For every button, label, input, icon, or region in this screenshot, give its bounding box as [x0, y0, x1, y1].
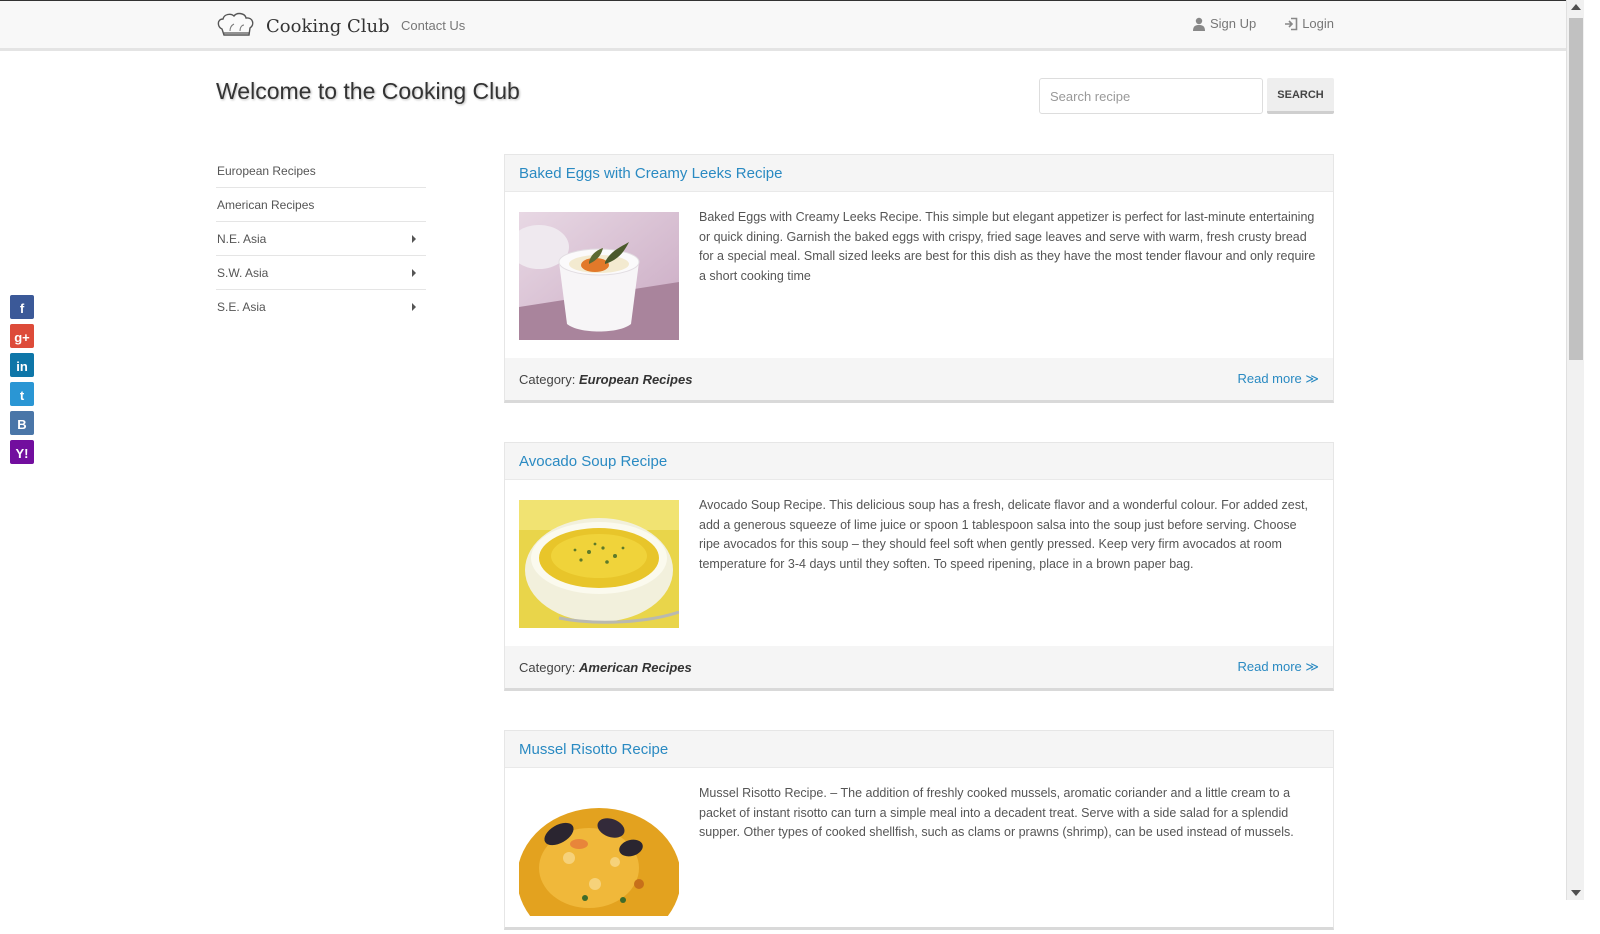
caret-right-icon [412, 234, 416, 243]
twitter-glyph: t [19, 388, 25, 403]
yahoo-icon[interactable]: Y! [10, 440, 34, 464]
baked-eggs-photo [519, 212, 679, 340]
twitter-icon[interactable]: t [10, 382, 34, 406]
recipe-image[interactable] [519, 788, 679, 916]
recipe-card-footer: Category: American Recipes Read more ≫ [505, 646, 1333, 688]
scroll-up-arrow-icon[interactable] [1571, 4, 1581, 10]
page-scrollbar[interactable] [1566, 0, 1584, 900]
recipe-title-link[interactable]: Mussel Risotto Recipe [519, 741, 668, 758]
sidebar-item-american[interactable]: American Recipes [216, 188, 426, 222]
recipe-card: Mussel Risotto Recipe Mussel Risotto Rec… [504, 730, 1334, 930]
nav-contact-link[interactable]: Contact Us [401, 18, 465, 33]
avocado-soup-photo [519, 500, 679, 628]
login-link[interactable]: Login [1284, 16, 1334, 31]
recipe-description: Mussel Risotto Recipe. – The addition of… [699, 786, 1294, 840]
recipe-description: Baked Eggs with Creamy Leeks Recipe. Thi… [699, 210, 1316, 283]
recipe-title-link[interactable]: Baked Eggs with Creamy Leeks Recipe [519, 165, 782, 182]
brand-name: Cooking Club [266, 15, 390, 37]
recipe-card-body: Baked Eggs with Creamy Leeks Recipe. Thi… [505, 192, 1333, 358]
facebook-icon[interactable]: f [10, 295, 34, 319]
signup-link[interactable]: Sign Up [1192, 16, 1256, 31]
caret-right-icon [412, 303, 416, 311]
recipe-card-body: Mussel Risotto Recipe. – The addition of… [505, 768, 1333, 934]
recipe-card: Avocado Soup Recipe Avocado Soup Recipe.… [504, 442, 1334, 691]
category-label: Category: [519, 371, 576, 387]
category-value: European Recipes [579, 371, 693, 387]
recipe-image[interactable] [519, 212, 679, 340]
sidebar-item-label: S.E. Asia [217, 300, 266, 314]
login-label: Login [1302, 16, 1334, 31]
sidebar-item-se-asia[interactable]: S.E. Asia [216, 290, 426, 324]
user-icon [1192, 17, 1205, 31]
recipe-image[interactable] [519, 500, 679, 628]
category-label: Category: [519, 659, 576, 675]
sidebar-item-sw-asia[interactable]: S.W. Asia [216, 256, 426, 290]
sidebar-item-ne-asia[interactable]: N.E. Asia [216, 222, 426, 256]
top-navbar: Cooking Club Contact Us Sign Up Login [0, 0, 1568, 51]
caret-right-icon [412, 268, 416, 277]
recipe-category: Category: European Recipes [519, 372, 692, 387]
read-more-link[interactable]: Read more ≫ [1237, 659, 1319, 675]
recipe-card-header: Avocado Soup Recipe [505, 443, 1333, 480]
category-value: American Recipes [579, 659, 692, 675]
facebook-glyph: f [19, 301, 25, 316]
search-button[interactable]: SEARCH [1267, 78, 1334, 114]
signup-label: Sign Up [1209, 16, 1257, 31]
recipe-card-body: Avocado Soup Recipe. This delicious soup… [505, 480, 1333, 646]
recipe-card-header: Mussel Risotto Recipe [505, 731, 1333, 768]
linkedin-glyph: in [16, 359, 28, 374]
sidebar-item-label: N.E. Asia [217, 231, 267, 246]
recipe-title-link[interactable]: Avocado Soup Recipe [519, 453, 667, 470]
mussel-risotto-photo [519, 788, 679, 916]
scroll-down-arrow-icon[interactable] [1571, 890, 1581, 896]
recipe-card-footer: Category: European Recipes Read more ≫ [505, 358, 1333, 400]
social-share-bar: f g+ in t B Y! [10, 295, 34, 464]
sidebar-item-european[interactable]: European Recipes [216, 154, 426, 188]
sidebar-item-label: American Recipes [217, 197, 315, 212]
scroll-thumb[interactable] [1569, 18, 1583, 360]
nav-user-links: Sign Up Login [1192, 16, 1334, 31]
chef-hat-logo-icon [217, 12, 254, 36]
sidebar-item-label: European Recipes [217, 163, 316, 178]
read-more-link[interactable]: Read more ≫ [1237, 371, 1319, 387]
recipe-category: Category: American Recipes [519, 660, 692, 675]
linkedin-icon[interactable]: in [10, 353, 34, 377]
brand[interactable]: Cooking Club [216, 11, 390, 41]
sidebar-item-label: S.W. Asia [217, 265, 269, 280]
yahoo-glyph: Y! [15, 446, 29, 461]
recipe-card: Baked Eggs with Creamy Leeks Recipe Bake… [504, 154, 1334, 403]
page-title: Welcome to the Cooking Club [216, 78, 520, 104]
google-plus-icon[interactable]: g+ [10, 324, 34, 348]
search-input[interactable] [1039, 78, 1263, 114]
vk-glyph: B [17, 417, 27, 432]
google-plus-glyph: g+ [14, 330, 30, 345]
login-icon [1285, 17, 1298, 30]
recipe-description: Avocado Soup Recipe. This delicious soup… [699, 498, 1308, 571]
category-sidebar: European Recipes American Recipes N.E. A… [216, 154, 426, 324]
vk-icon[interactable]: B [10, 411, 34, 435]
recipe-card-header: Baked Eggs with Creamy Leeks Recipe [505, 155, 1333, 192]
